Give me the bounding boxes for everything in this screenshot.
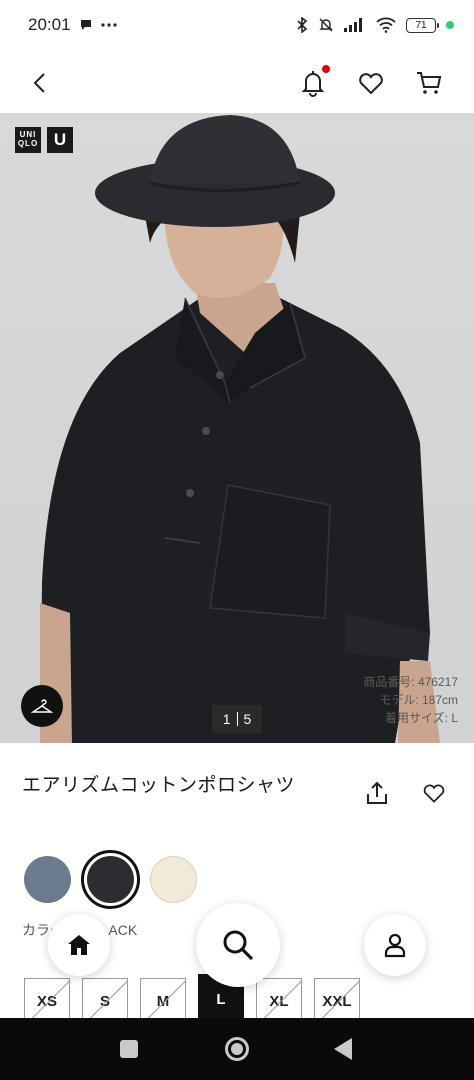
home-system-button[interactable] [225, 1037, 249, 1061]
image-counter-total: 5 [243, 711, 252, 727]
image-counter-divider [236, 712, 238, 726]
color-swatch-off-white[interactable] [150, 856, 197, 903]
cart-button[interactable] [414, 68, 444, 98]
account-icon [384, 933, 406, 958]
image-counter: 1 5 [212, 705, 262, 733]
color-swatches [24, 850, 197, 909]
model-photo [40, 115, 440, 743]
size-guide-button[interactable] [21, 685, 63, 727]
heart-icon [359, 73, 383, 95]
account-button[interactable] [364, 914, 426, 976]
model-height: モデル: 187cm [379, 693, 458, 707]
brand-logo: UNI QLO U [15, 127, 73, 153]
size-label: L [216, 990, 226, 1008]
mute-icon [319, 18, 333, 32]
chevron-left-icon [33, 73, 45, 93]
status-time: 20:01 [28, 15, 71, 34]
uniqlo-logo: UNI QLO [15, 127, 41, 153]
color-swatch-black[interactable] [81, 850, 140, 909]
back-system-button[interactable] [334, 1038, 352, 1060]
battery-icon: 71 [406, 17, 439, 33]
status-bar: 20:01 71 [0, 0, 474, 50]
back-button[interactable] [24, 68, 54, 98]
wifi-icon [376, 17, 396, 33]
bluetooth-icon [297, 17, 308, 33]
notification-dot [322, 65, 330, 73]
product-number: 商品番号: 476217 [363, 675, 458, 689]
product-image[interactable]: UNIQLO U UNIQLO 商品番号: 476217 モデル: 187cm … [0, 113, 474, 743]
color-swatch-blue-gray[interactable] [24, 856, 71, 903]
hanger-icon [31, 699, 53, 713]
recents-button[interactable] [120, 1040, 138, 1058]
cart-icon [417, 72, 442, 94]
chat-icon [80, 20, 91, 30]
product-name: エアリズムコットンポロシャツ [22, 774, 296, 796]
system-navigation-bar [0, 1018, 474, 1080]
share-icon [367, 781, 387, 804]
notifications-button[interactable] [298, 65, 330, 98]
model-size: 着用サイズ: L [385, 711, 458, 725]
search-button[interactable] [196, 903, 280, 987]
home-button[interactable] [48, 914, 110, 976]
product-favorite-button[interactable] [421, 780, 447, 806]
share-button[interactable] [364, 780, 390, 806]
signal-icon [344, 18, 362, 32]
favorites-button[interactable] [356, 68, 386, 98]
top-nav [0, 50, 474, 113]
search-icon [223, 930, 254, 961]
heart-icon [423, 784, 445, 803]
uniqlo-u-logo: U [47, 127, 73, 153]
home-icon [68, 935, 90, 955]
image-counter-current: 1 [222, 711, 231, 727]
privacy-indicator [446, 21, 454, 29]
model-specs: 商品番号: 476217 モデル: 187cm 着用サイズ: L [363, 673, 458, 727]
more-icon [100, 23, 117, 27]
